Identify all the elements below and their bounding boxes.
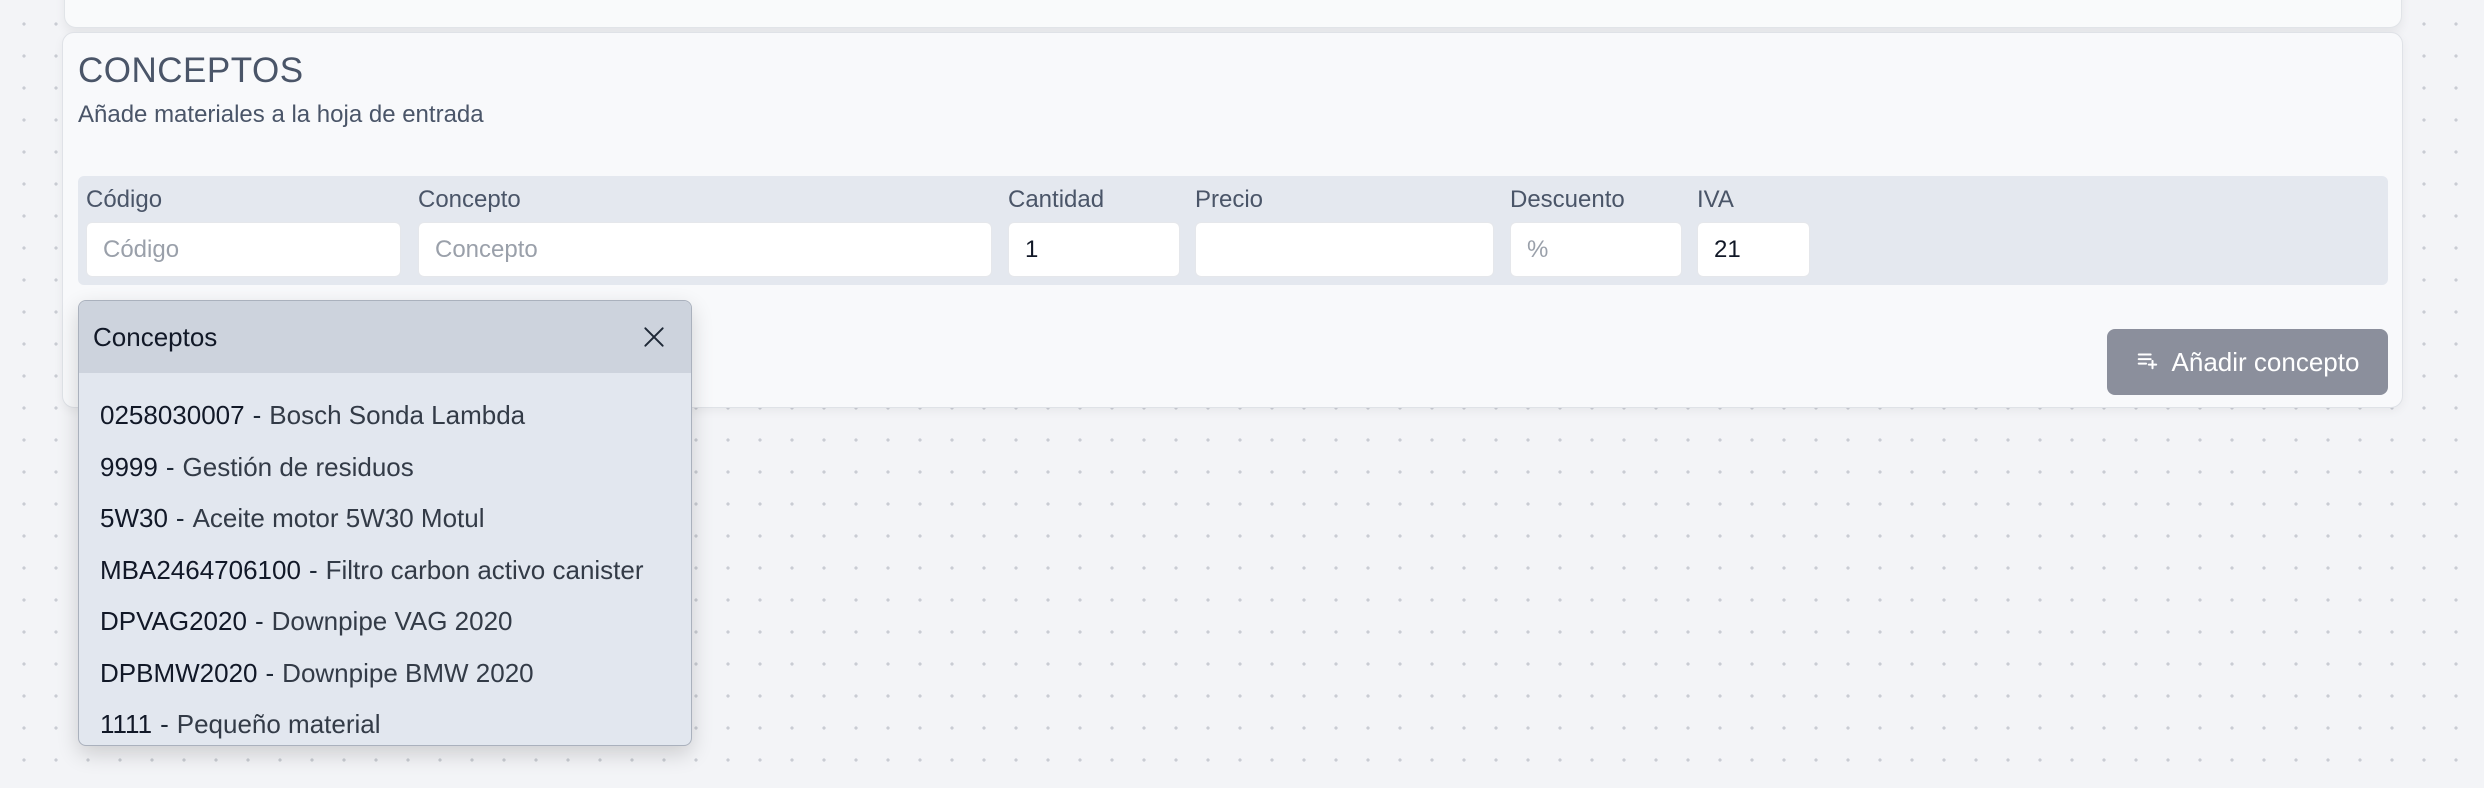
codigo-label: Código [86, 186, 163, 213]
precio-input[interactable] [1195, 222, 1494, 277]
item-separator: - [252, 400, 262, 431]
precio-label: Precio [1195, 186, 1264, 213]
list-item[interactable]: MBA2464706100- Filtro carbon activo canis… [79, 545, 691, 597]
concepto-label: Concepto [418, 186, 521, 213]
item-code: DPVAG2020 [100, 606, 247, 637]
item-name: Aceite motor 5W30 Motul [192, 503, 485, 534]
playlist-add-icon [2136, 347, 2158, 378]
section-subtitle: Añade materiales a la hoja de entrada [78, 101, 484, 128]
dropdown-list: 0258030007- Bosch Sonda Lambda 9999- Gesti… [79, 373, 691, 745]
item-code: 9999 [100, 451, 158, 482]
item-name: Gestión de residuos [182, 451, 414, 482]
concepto-input[interactable] [418, 222, 992, 277]
iva-label: IVA [1697, 186, 1734, 213]
item-code: MBA2464706100 [100, 554, 301, 585]
item-separator: - [254, 606, 264, 637]
item-code: 0258030007 [100, 400, 245, 431]
list-item[interactable]: 5W30- Aceite motor 5W30 Motul [79, 493, 691, 545]
list-item[interactable]: DPBMW2020- Downpipe BMW 2020 [79, 648, 691, 700]
dropdown-title: Conceptos [93, 321, 218, 352]
item-separator: - [308, 554, 318, 585]
add-concept-label: Añadir concepto [2171, 346, 2360, 377]
item-code: 5W30 [100, 503, 168, 534]
add-concept-button[interactable]: Añadir concepto [2107, 329, 2388, 395]
item-name: Bosch Sonda Lambda [269, 400, 526, 431]
item-separator: - [175, 503, 185, 534]
section-title: CONCEPTOS [78, 51, 304, 90]
iva-input[interactable] [1697, 222, 1810, 277]
item-name: Downpipe BMW 2020 [282, 657, 534, 688]
codigo-input[interactable] [86, 222, 401, 277]
descuento-label: Descuento [1510, 186, 1625, 213]
cantidad-label: Cantidad [1008, 186, 1105, 213]
item-name: Downpipe VAG 2020 [271, 606, 513, 637]
list-item[interactable]: 9999- Gestión de residuos [79, 442, 691, 494]
concepts-dropdown: Conceptos 0258030007- Bosch Sonda Lambda … [78, 300, 692, 746]
item-name: Pequeño material [176, 709, 381, 740]
cantidad-input[interactable] [1008, 222, 1180, 277]
dropdown-header: Conceptos [79, 301, 691, 373]
list-item[interactable]: 1111- Pequeño material [79, 699, 691, 745]
item-separator: - [165, 451, 175, 482]
list-item[interactable]: DPVAG2020- Downpipe VAG 2020 [79, 596, 691, 648]
previous-card [64, 0, 2402, 28]
list-item[interactable]: 0258030007- Bosch Sonda Lambda [79, 390, 691, 442]
item-code: DPBMW2020 [100, 657, 258, 688]
descuento-input[interactable] [1510, 222, 1682, 277]
item-code: 1111 [100, 709, 153, 740]
concept-form: Código Concepto Cantidad Precio Descuent… [78, 176, 2388, 285]
item-separator: - [160, 709, 169, 740]
close-icon[interactable] [639, 322, 669, 352]
item-name: Filtro carbon activo canister [325, 554, 644, 585]
item-separator: - [265, 657, 275, 688]
